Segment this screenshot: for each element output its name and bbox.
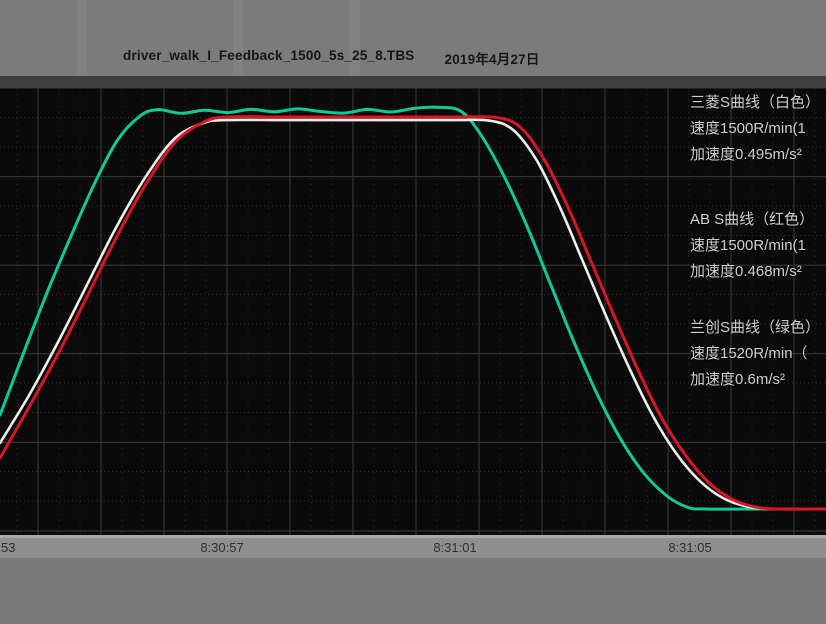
- grid-glow-column: [77, 0, 87, 76]
- legend-accel: 加速度0.468m/s²: [690, 259, 826, 285]
- legend-green-curve: 兰创S曲线（绿色） 速度1520R/min（ 加速度0.6m/s²: [690, 315, 826, 393]
- red-speed-curve: [0, 117, 826, 509]
- legend-red-curve: AB S曲线（红色） 速度1500R/min(1 加速度0.468m/s²: [690, 207, 826, 285]
- plot-area: 三菱S曲线（白色） 速度1500R/min(1 加速度0.495m/s² AB …: [0, 88, 826, 535]
- oscilloscope-screen: driver_walk_I_Feedback_1500_5s_25_8.TBS …: [0, 0, 826, 624]
- white-speed-curve: [0, 120, 799, 509]
- legend-accel: 加速度0.495m/s²: [690, 142, 826, 168]
- header-bar: driver_walk_I_Feedback_1500_5s_25_8.TBS …: [0, 0, 826, 76]
- x-tick-label: 8:31:01: [433, 540, 476, 555]
- header-date: 2019年4月27日: [445, 48, 540, 68]
- x-tick-label: 8:31:05: [668, 540, 711, 555]
- legend-white-curve: 三菱S曲线（白色） 速度1500R/min(1 加速度0.495m/s²: [690, 90, 826, 168]
- plot-top-border: [0, 76, 826, 88]
- title-row: driver_walk_I_Feedback_1500_5s_25_8.TBS …: [123, 48, 540, 68]
- legend-speed: 速度1500R/min(1: [690, 116, 826, 142]
- legend-accel: 加速度0.6m/s²: [690, 367, 826, 393]
- x-tick-label: 8:30:57: [200, 540, 243, 555]
- bottom-margin: [0, 558, 826, 624]
- green-speed-curve: [0, 107, 767, 509]
- x-tick-label: 53: [1, 540, 15, 555]
- legend-title: 三菱S曲线（白色）: [690, 90, 826, 116]
- legend-speed: 速度1500R/min(1: [690, 233, 826, 259]
- x-axis: 53 8:30:57 8:31:01 8:31:05: [0, 538, 826, 558]
- file-title: driver_walk_I_Feedback_1500_5s_25_8.TBS: [123, 48, 415, 68]
- legend-title: AB S曲线（红色）: [690, 207, 826, 233]
- legend-title: 兰创S曲线（绿色）: [690, 315, 826, 341]
- legend-speed: 速度1520R/min（: [690, 341, 826, 367]
